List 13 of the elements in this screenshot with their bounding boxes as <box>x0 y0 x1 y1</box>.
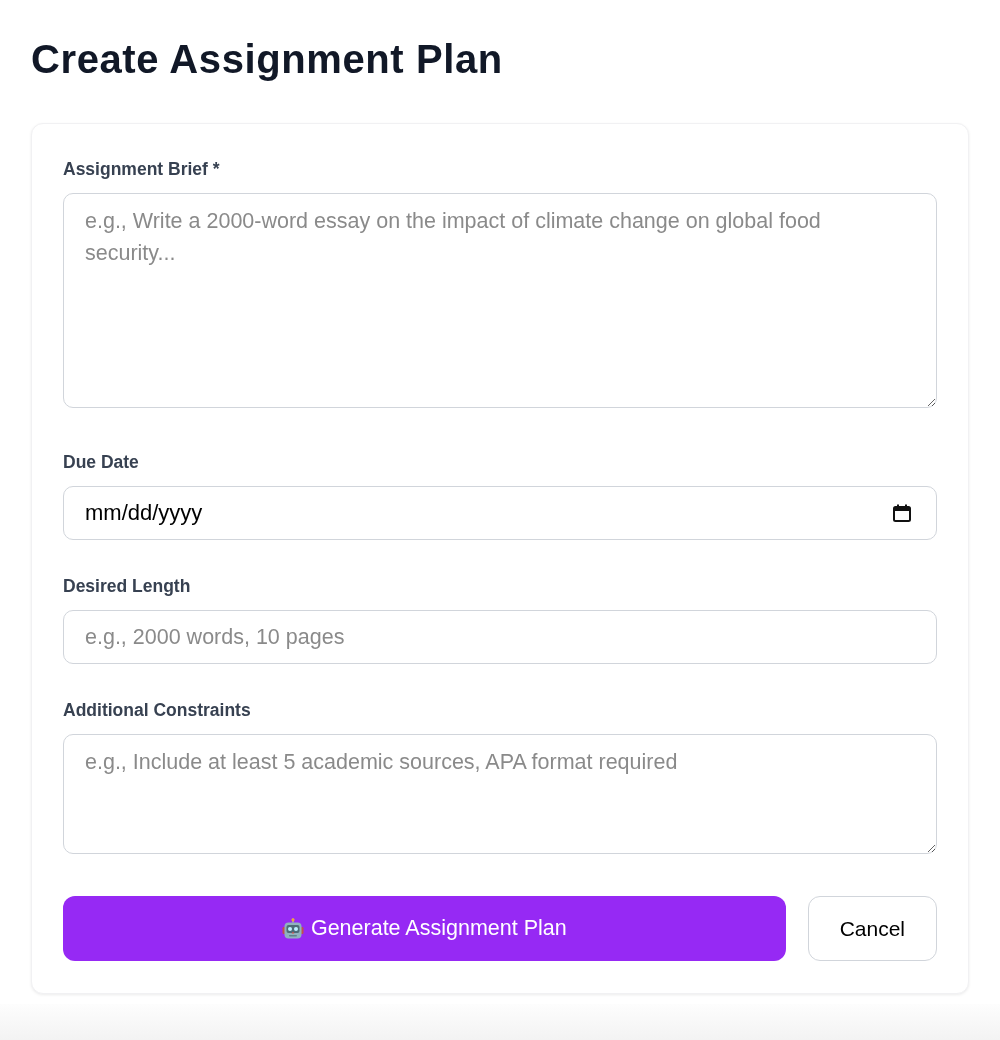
field-label: Additional Constraints <box>63 699 251 722</box>
field-label: Desired Length <box>63 575 191 598</box>
field-label: Due Date <box>63 451 139 474</box>
text-input[interactable]: e.g., 2000 words, 10 pages <box>63 610 937 664</box>
field-label: Assignment Brief * <box>63 158 220 181</box>
constraints-textarea[interactable]: e.g., Include at least 5 academic sources, APA format required <box>63 734 937 854</box>
robot-icon <box>281 918 304 939</box>
generate-button[interactable]: Generate Assignment Plan <box>63 896 786 961</box>
date-field[interactable]: mm/dd/yyyy <box>63 486 937 540</box>
brief-textarea[interactable]: e.g., Write a 2000-word essay on the impact of climate change on global food security... <box>63 193 937 408</box>
calendar-icon <box>893 504 911 522</box>
page-title: Create Assignment Plan <box>31 36 503 82</box>
cancel-button[interactable]: Cancel <box>807 896 937 961</box>
